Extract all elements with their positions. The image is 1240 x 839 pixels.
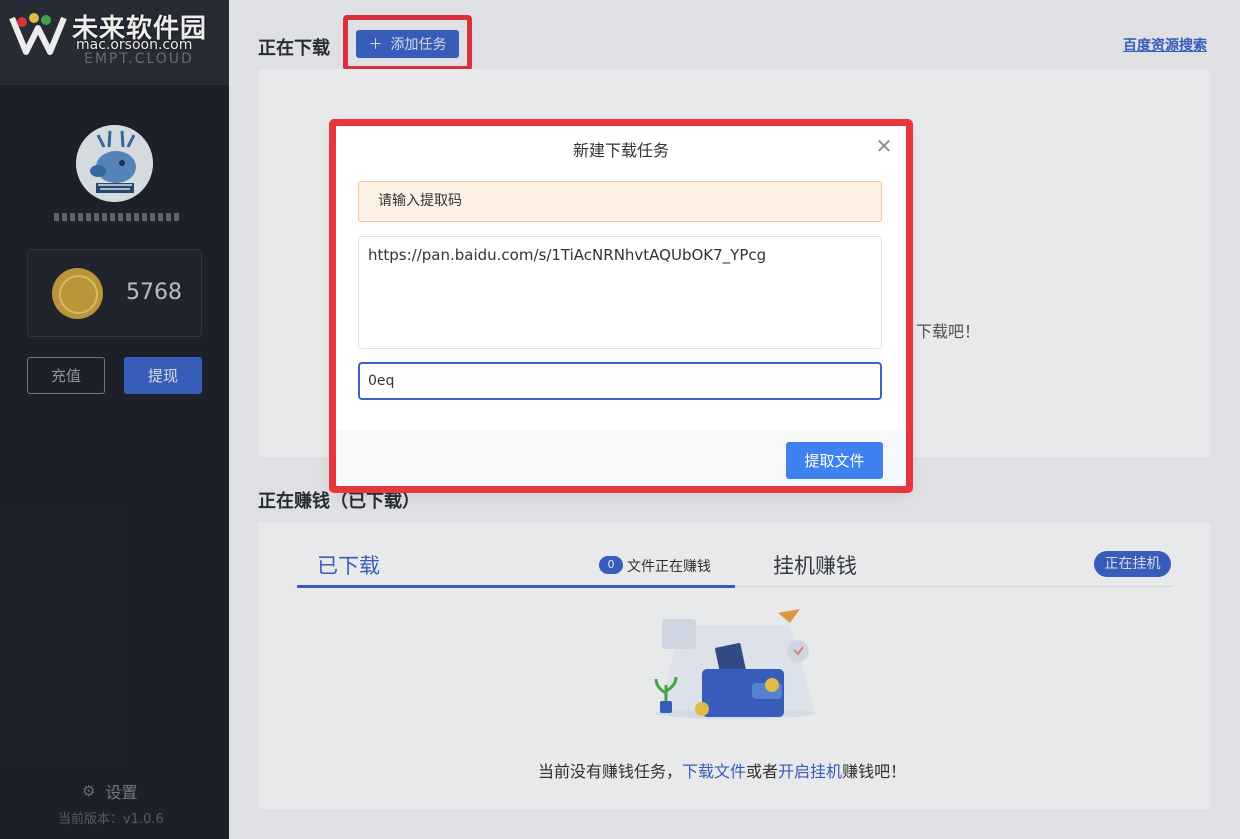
wallet-illustration-icon (654, 609, 815, 719)
earning-empty-message: 当前没有赚钱任务，下载文件或者开启挂机赚钱吧！ (538, 762, 907, 781)
add-task-highlight (343, 15, 472, 71)
watermark: 未来软件园 mac.orsoon.com EMPT.CLOUD (8, 4, 218, 67)
settings-label: 设置 (105, 783, 138, 802)
coin-balance: 5768 (126, 280, 182, 305)
gear-icon: ⚙ (82, 782, 96, 800)
start-hanging-link[interactable]: 开启挂机 (778, 762, 842, 781)
brand-subtitle: EMPT.CLOUD (84, 51, 194, 67)
downloading-title: 正在下载 (258, 38, 330, 59)
sidebar: 未来软件园 mac.orsoon.com EMPT.CLOUD 5768 充值 … (0, 0, 229, 839)
deer-avatar-icon (76, 125, 153, 202)
earning-count-text: 文件正在赚钱 (627, 559, 711, 575)
watermark-logo-icon (9, 13, 67, 55)
coin-balance-card: 5768 (27, 249, 202, 337)
tab-hang-earning[interactable]: 挂机赚钱 (773, 550, 857, 580)
downloading-empty-hint: 下载吧！ (916, 322, 981, 341)
withdraw-button[interactable]: 提现 (124, 357, 202, 394)
settings-link[interactable]: ⚙ 设置 (82, 779, 137, 803)
download-file-link[interactable]: 下载文件 (682, 762, 746, 781)
active-tab-underline (297, 585, 735, 588)
baidu-search-link[interactable]: 百度资源搜索 (1123, 35, 1207, 55)
coin-icon (52, 268, 103, 319)
recharge-button[interactable]: 充值 (27, 357, 105, 394)
dialog-highlight (329, 119, 913, 493)
avatar[interactable] (76, 125, 153, 202)
earning-count-badge: 0 (599, 556, 623, 574)
tab-downloaded[interactable]: 已下载 (317, 550, 380, 580)
tab-divider (735, 586, 1173, 587)
hanging-status-pill[interactable]: 正在挂机 (1094, 551, 1171, 577)
version-text: 当前版本：v1.0.6 (58, 812, 164, 827)
username-blurred (36, 209, 196, 225)
